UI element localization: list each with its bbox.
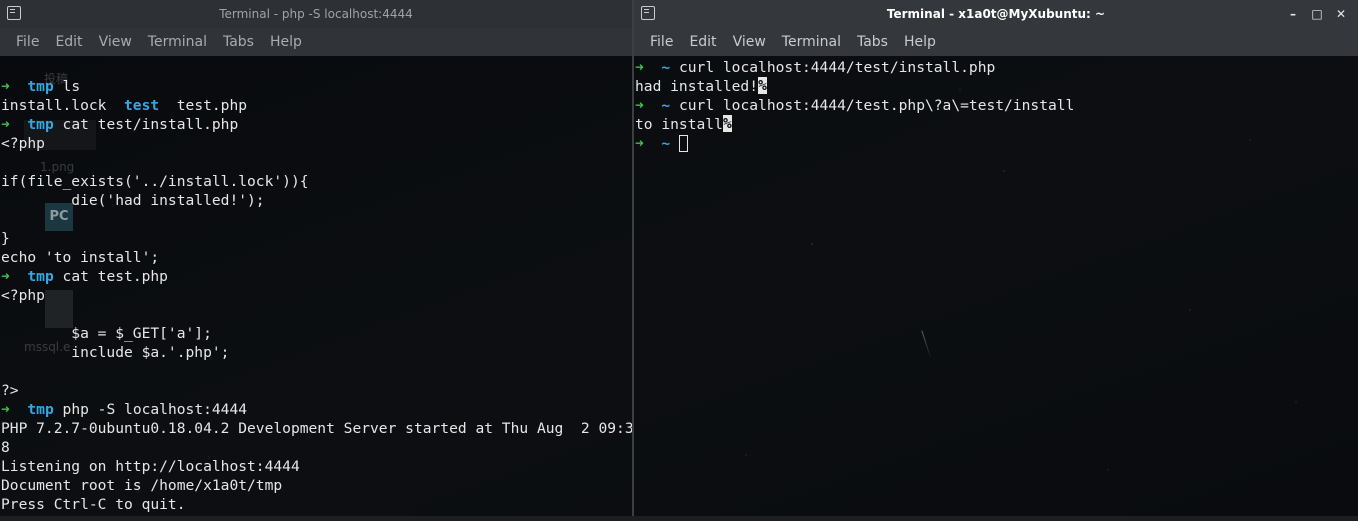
prompt-directory: tmp xyxy=(27,116,54,133)
menu-view[interactable]: View xyxy=(725,28,774,56)
prompt-arrow-icon: ➜ xyxy=(635,59,644,76)
terminal-line: ➜ ~ xyxy=(635,134,1357,153)
output-text: PHP 7.2.7-0ubuntu0.18.04.2 Development S… xyxy=(1,420,632,437)
prompt-arrow-icon: ➜ xyxy=(1,401,10,418)
terminal-line: Press Ctrl-C to quit. xyxy=(1,495,631,514)
command-text: cat test.php xyxy=(62,268,168,285)
output-text: 8 xyxy=(1,439,10,456)
prompt-arrow-icon: ➜ xyxy=(1,268,10,285)
close-icon[interactable]: ✕ xyxy=(1334,0,1348,28)
command-text: curl localhost:4444/test/install.php xyxy=(678,59,996,76)
no-newline-mark: % xyxy=(758,77,768,94)
terminal-icon xyxy=(641,6,655,20)
terminal-line: ➜ tmp php -S localhost:4444 xyxy=(1,400,631,419)
output-text: Listening on http://localhost:4444 xyxy=(1,458,300,475)
window-title-left: Terminal - php -S localhost:4444 xyxy=(219,7,413,21)
prompt-directory: ~ xyxy=(661,97,671,114)
terminal-line: ➜ ~ curl localhost:4444/test.php\?a\=tes… xyxy=(635,96,1357,115)
menu-file[interactable]: File xyxy=(8,28,47,56)
window-title-right: Terminal - x1a0t@MyXubuntu: ~ xyxy=(886,7,1106,21)
terminal-line: PHP 7.2.7-0ubuntu0.18.04.2 Development S… xyxy=(1,419,632,438)
output-text: Document root is /home/x1a0t/tmp xyxy=(1,477,283,494)
menu-edit[interactable]: Edit xyxy=(681,28,724,56)
terminal-line: had installed!% xyxy=(635,77,1357,96)
terminal-window-left[interactable]: Terminal - php -S localhost:4444 File Ed… xyxy=(0,0,632,521)
terminal-line: echo 'to install'; xyxy=(1,248,631,267)
titlebar-left[interactable]: Terminal - php -S localhost:4444 xyxy=(0,0,632,28)
menu-edit[interactable]: Edit xyxy=(47,28,90,56)
menu-terminal[interactable]: Terminal xyxy=(774,28,849,56)
terminal-line: 8 xyxy=(1,438,631,457)
terminal-window-right[interactable]: Terminal - x1a0t@MyXubuntu: ~ – □ ✕ File… xyxy=(634,0,1358,521)
menu-tabs[interactable]: Tabs xyxy=(215,28,262,56)
prompt-arrow-icon: ➜ xyxy=(635,135,644,152)
output-text: <?php xyxy=(1,287,45,304)
menu-file[interactable]: File xyxy=(642,28,681,56)
output-text: include $a.'.php'; xyxy=(1,344,230,361)
terminal-line: Listening on http://localhost:4444 xyxy=(1,457,631,476)
terminal-line: } xyxy=(1,229,631,248)
prompt-directory: tmp xyxy=(27,268,54,285)
ls-directory: test xyxy=(124,97,160,114)
terminal-line: <?php xyxy=(1,286,631,305)
command-text: curl localhost:4444/test.php\?a\=test/in… xyxy=(678,97,1075,114)
menubar-left: File Edit View Terminal Tabs Help xyxy=(0,28,632,56)
output-text: had installed! xyxy=(635,78,759,95)
prompt-directory: ~ xyxy=(661,135,671,152)
terminal-line: include $a.'.php'; xyxy=(1,343,631,362)
maximize-icon[interactable]: □ xyxy=(1310,0,1324,28)
prompt-directory: ~ xyxy=(661,59,671,76)
ls-file: install.lock xyxy=(1,97,107,114)
terminal-line: die('had installed!'); xyxy=(1,191,631,210)
terminal-line: to install% xyxy=(635,115,1357,134)
terminal-line: ?> xyxy=(1,381,631,400)
terminal-icon xyxy=(7,6,21,20)
terminal-output-right[interactable]: ➜ ~ curl localhost:4444/test/install.php… xyxy=(634,56,1358,521)
menu-terminal[interactable]: Terminal xyxy=(140,28,215,56)
command-text: php -S localhost:4444 xyxy=(62,401,248,418)
output-text: $a = $_GET['a']; xyxy=(1,325,212,342)
output-text: die('had installed!'); xyxy=(1,192,265,209)
terminal-line: ➜ tmp cat test/install.php xyxy=(1,115,631,134)
output-text: echo 'to install'; xyxy=(1,249,160,266)
menubar-right: File Edit View Terminal Tabs Help xyxy=(634,28,1358,56)
no-newline-mark: % xyxy=(722,115,732,132)
prompt-arrow-icon: ➜ xyxy=(635,97,644,114)
taskbar-edge xyxy=(0,516,1358,521)
output-text: to install xyxy=(635,116,723,133)
output-text: } xyxy=(1,230,10,247)
minimize-icon[interactable]: – xyxy=(1286,0,1300,28)
output-text: ?> xyxy=(1,382,19,399)
terminal-line: install.lock test test.php xyxy=(1,96,631,115)
prompt-directory: tmp xyxy=(27,78,54,95)
terminal-line: $a = $_GET['a']; xyxy=(1,324,631,343)
terminal-line: ➜ ~ curl localhost:4444/test/install.php xyxy=(635,58,1357,77)
terminal-line: ➜ tmp ls xyxy=(1,77,631,96)
command-text: ls xyxy=(62,78,81,95)
menu-help[interactable]: Help xyxy=(896,28,944,56)
output-text: Press Ctrl-C to quit. xyxy=(1,496,186,513)
terminal-output-left[interactable]: ➜ tmp ls install.lock test test.php ➜ tmp … xyxy=(0,56,632,521)
menu-tabs[interactable]: Tabs xyxy=(849,28,896,56)
terminal-line: Document root is /home/x1a0t/tmp xyxy=(1,476,631,495)
prompt-arrow-icon: ➜ xyxy=(1,78,10,95)
ls-file: test.php xyxy=(176,97,248,114)
menu-help[interactable]: Help xyxy=(262,28,310,56)
terminal-line: if(file_exists('../install.lock')){ xyxy=(1,172,631,191)
menu-view[interactable]: View xyxy=(91,28,140,56)
prompt-arrow-icon: ➜ xyxy=(1,116,10,133)
output-text: if(file_exists('../install.lock')){ xyxy=(1,173,309,190)
text-cursor xyxy=(678,135,688,152)
command-text: cat test/install.php xyxy=(62,116,239,133)
titlebar-right[interactable]: Terminal - x1a0t@MyXubuntu: ~ – □ ✕ xyxy=(634,0,1358,28)
output-text: <?php xyxy=(1,135,45,152)
terminal-line: <?php xyxy=(1,134,631,153)
terminal-line: ➜ tmp cat test.php xyxy=(1,267,631,286)
prompt-directory: tmp xyxy=(27,401,54,418)
